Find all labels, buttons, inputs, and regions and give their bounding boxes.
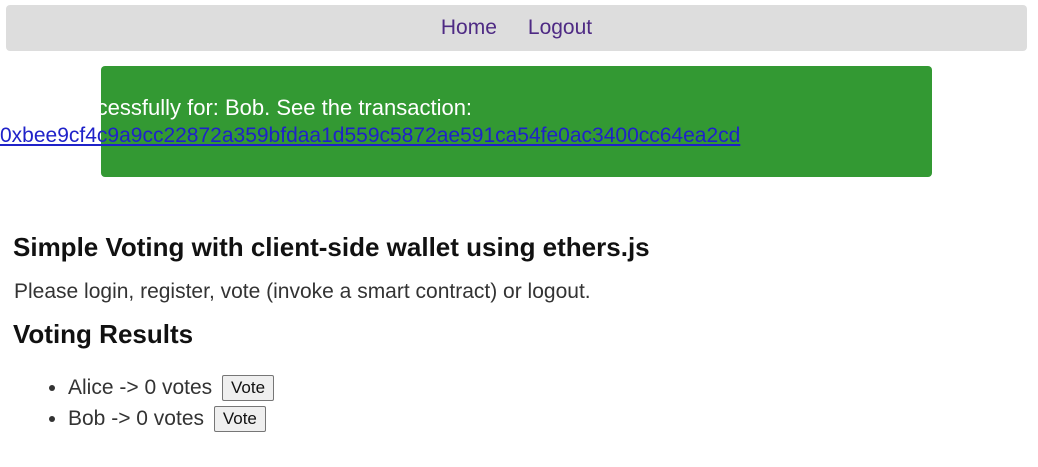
result-text: Alice -> 0 votes xyxy=(68,376,213,399)
intro-text: Please login, register, vote (invoke a s… xyxy=(14,280,591,303)
nav-home-link[interactable]: Home xyxy=(441,16,497,40)
success-alert xyxy=(101,66,932,177)
vote-alice-button[interactable]: Vote xyxy=(222,375,275,402)
result-item-alice: Alice -> 0 votes Vote xyxy=(68,372,275,403)
results-title: Voting Results xyxy=(13,319,194,349)
results-list: Alice -> 0 votes Vote Bob -> 0 votes Vot… xyxy=(48,372,275,434)
nav-logout-link[interactable]: Logout xyxy=(528,16,592,40)
page-title: Simple Voting with client-side wallet us… xyxy=(13,232,650,262)
result-text: Bob -> 0 votes xyxy=(68,407,204,430)
navbar: Home Logout xyxy=(6,5,1027,51)
vote-bob-button[interactable]: Vote xyxy=(213,406,266,433)
transaction-link[interactable]: 0xbee9cf4c9a9cc22872a359bfdaa1d559c5872a… xyxy=(0,124,1038,148)
result-item-bob: Bob -> 0 votes Vote xyxy=(68,403,274,434)
alert-message: Voted successfully for: Bob. See the tra… xyxy=(0,95,473,120)
